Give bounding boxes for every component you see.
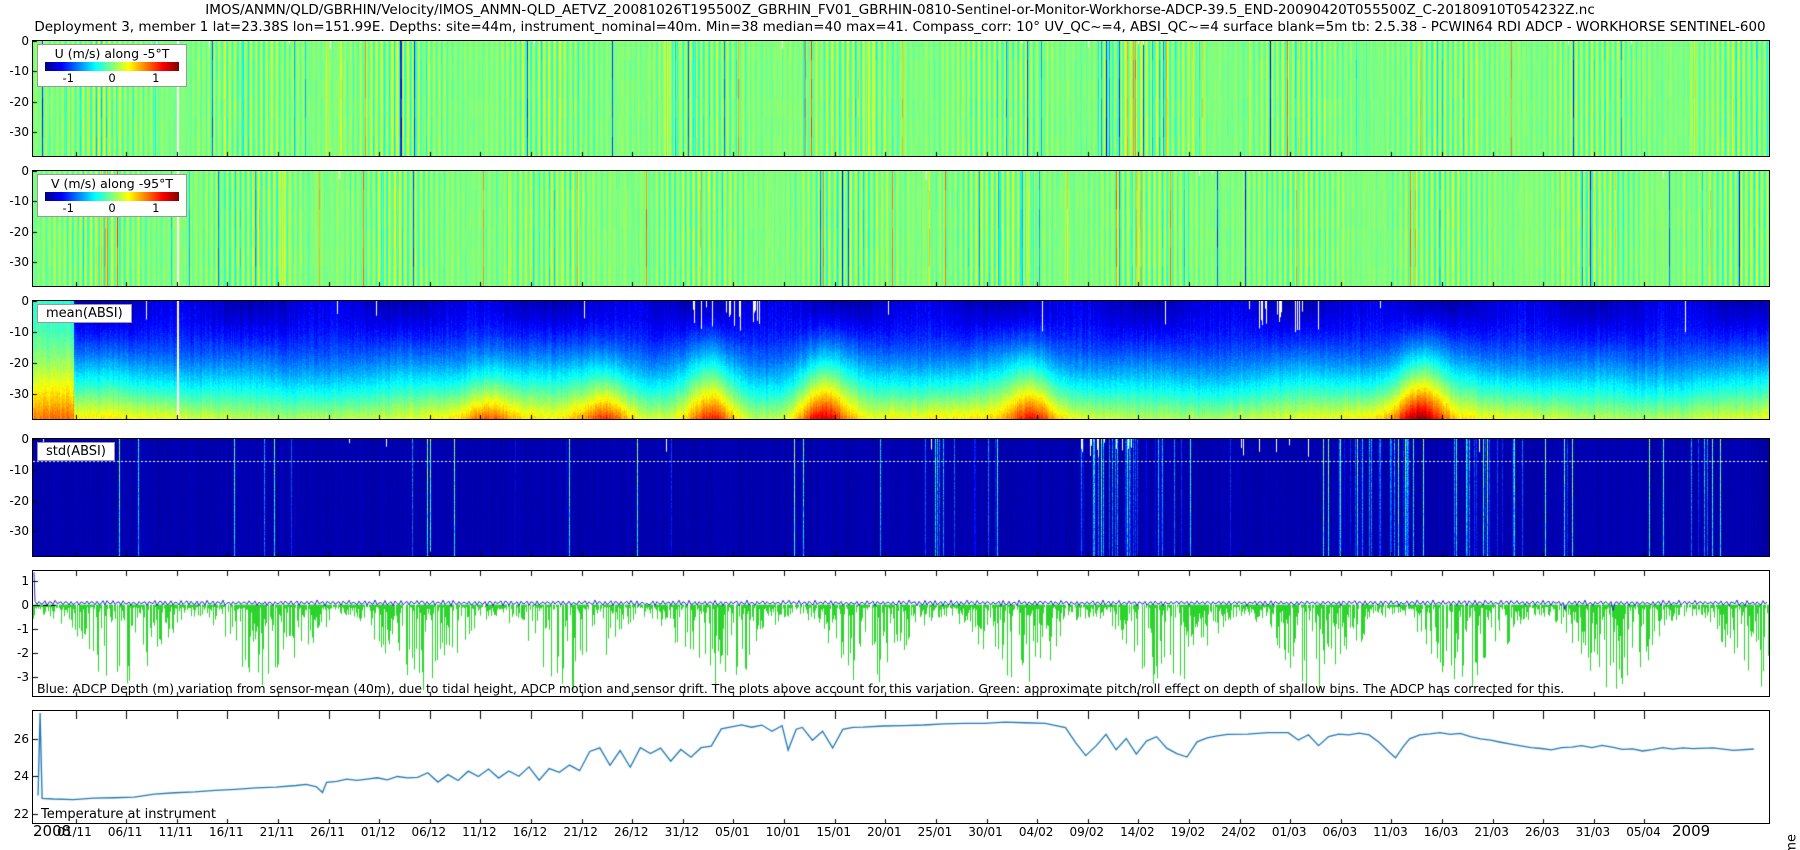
x-tick-label: 21/11	[260, 825, 295, 839]
y-tick-label: -20	[0, 95, 29, 109]
std-absi-heatmap	[33, 439, 1769, 556]
y-tick-label: -2	[0, 646, 29, 660]
x-tick-label: 26/11	[310, 825, 345, 839]
y-tick-label: -30	[0, 255, 29, 269]
x-tick-label: 05/04	[1626, 825, 1661, 839]
x-tick-label: 21/03	[1474, 825, 1509, 839]
x-tick-label: 19/02	[1171, 825, 1206, 839]
x-tick-label: 20/01	[867, 825, 902, 839]
y-tick-label: 1	[0, 574, 29, 588]
temperature-series-label: Temperature at instrument	[41, 807, 216, 822]
y-tick-label: -30	[0, 125, 29, 139]
y-tick-label: -10	[0, 463, 29, 477]
y-tick-label: 0	[0, 34, 29, 48]
depth-variation-note: Blue: ADCP Depth (m) variation from sens…	[37, 681, 1564, 696]
x-tick-label: 01/12	[361, 825, 396, 839]
x-axis: 2008 2009 01/1106/1111/1116/1121/1126/11…	[0, 822, 1800, 846]
std-absi-panel: std(ABSI) 0-10-20-30	[32, 438, 1770, 557]
x-tick-label: 11/12	[462, 825, 497, 839]
y-tick-label: -30	[0, 387, 29, 401]
y-tick-label: 0	[0, 164, 29, 178]
u-velocity-legend: U (m/s) along -5°T -1 0 1	[37, 44, 187, 87]
temperature-plot	[33, 711, 1769, 823]
std-absi-legend-title: std(ABSI)	[46, 444, 106, 459]
colorbar-tick-neg1: -1	[63, 71, 74, 85]
mean-absi-legend: mean(ABSI)	[37, 304, 132, 323]
y-tick-label: 26	[0, 732, 29, 746]
y-tick-label: -20	[0, 494, 29, 508]
x-tick-label: 24/02	[1221, 825, 1256, 839]
v-velocity-legend: V (m/s) along -95°T -1 0 1	[37, 174, 187, 217]
y-tick-label: 22	[0, 807, 29, 821]
x-tick-label: 26/03	[1525, 825, 1560, 839]
x-tick-label: 05/01	[715, 825, 750, 839]
x-tick-label: 06/11	[108, 825, 143, 839]
x-tick-label: 09/02	[1069, 825, 1104, 839]
figure-subtitle-deployment: Deployment 3, member 1 lat=23.38S lon=15…	[0, 19, 1800, 35]
y-tick-label: 24	[0, 769, 29, 783]
std-absi-legend: std(ABSI)	[37, 442, 115, 461]
colorbar-tick-neg1: -1	[63, 201, 74, 215]
y-tick-label: -10	[0, 325, 29, 339]
x-tick-label: 06/03	[1323, 825, 1358, 839]
u-velocity-legend-title: U (m/s) along -5°T	[42, 46, 182, 61]
x-tick-label: 31/12	[665, 825, 700, 839]
v-velocity-legend-title: V (m/s) along -95°T	[42, 176, 182, 191]
colorbar-tick-zero: 0	[108, 201, 115, 215]
mean-absi-legend-title: mean(ABSI)	[46, 306, 123, 321]
x-tick-label: 11/03	[1373, 825, 1408, 839]
colorbar-tick-pos1: 1	[152, 71, 159, 85]
x-tick-label: 21/12	[563, 825, 598, 839]
imos-watermark: © IMOS 28-Feb-2024 21:37:48 Hobart time	[1784, 834, 1799, 850]
v-velocity-panel: V (m/s) along -95°T -1 0 1 0-10-20-30	[32, 170, 1770, 287]
x-tick-label: 01/11	[57, 825, 92, 839]
x-tick-label: 30/01	[968, 825, 1003, 839]
x-tick-label: 16/03	[1424, 825, 1459, 839]
y-tick-label: 0	[0, 294, 29, 308]
colorbar-tick-pos1: 1	[152, 201, 159, 215]
temperature-panel: Temperature at instrument 262422	[32, 710, 1770, 824]
x-tick-label: 11/11	[158, 825, 193, 839]
y-tick-label: -20	[0, 356, 29, 370]
x-tick-label: 15/01	[816, 825, 851, 839]
y-tick-label: -1	[0, 622, 29, 636]
u-velocity-colorbar-ticks: -1 0 1	[42, 71, 182, 84]
y-tick-label: -10	[0, 194, 29, 208]
depth-variation-panel: Blue: ADCP Depth (m) variation from sens…	[32, 570, 1770, 697]
y-tick-label: 0	[0, 432, 29, 446]
x-tick-label: 25/01	[918, 825, 953, 839]
mean-absi-heatmap	[33, 301, 1769, 419]
y-tick-label: -3	[0, 670, 29, 684]
x-tick-label: 31/03	[1576, 825, 1611, 839]
x-tick-label: 16/11	[209, 825, 244, 839]
figure-title-filename: IMOS/ANMN/QLD/GBRHIN/Velocity/IMOS_ANMN-…	[0, 2, 1800, 18]
x-tick-label: 06/12	[412, 825, 447, 839]
x-axis-year-right: 2009	[1672, 822, 1710, 840]
v-velocity-colorbar	[45, 192, 179, 201]
mean-absi-panel: mean(ABSI) 0-10-20-30	[32, 300, 1770, 420]
x-tick-label: 04/02	[1019, 825, 1054, 839]
x-tick-label: 14/02	[1120, 825, 1155, 839]
v-velocity-heatmap	[33, 171, 1769, 286]
x-tick-label: 01/03	[1272, 825, 1307, 839]
v-velocity-colorbar-ticks: -1 0 1	[42, 201, 182, 214]
x-tick-label: 26/12	[614, 825, 649, 839]
adcp-velocity-figure: IMOS/ANMN/QLD/GBRHIN/Velocity/IMOS_ANMN-…	[0, 0, 1800, 850]
u-velocity-colorbar	[45, 62, 179, 71]
u-velocity-panel: U (m/s) along -5°T -1 0 1 0-10-20-30	[32, 40, 1770, 157]
x-tick-label: 10/01	[766, 825, 801, 839]
x-tick-label: 16/12	[513, 825, 548, 839]
y-tick-label: -20	[0, 225, 29, 239]
y-tick-label: -30	[0, 524, 29, 538]
colorbar-tick-zero: 0	[108, 71, 115, 85]
depth-variation-plot	[33, 571, 1769, 696]
y-tick-label: -10	[0, 64, 29, 78]
y-tick-label: 0	[0, 598, 29, 612]
u-velocity-heatmap	[33, 41, 1769, 156]
